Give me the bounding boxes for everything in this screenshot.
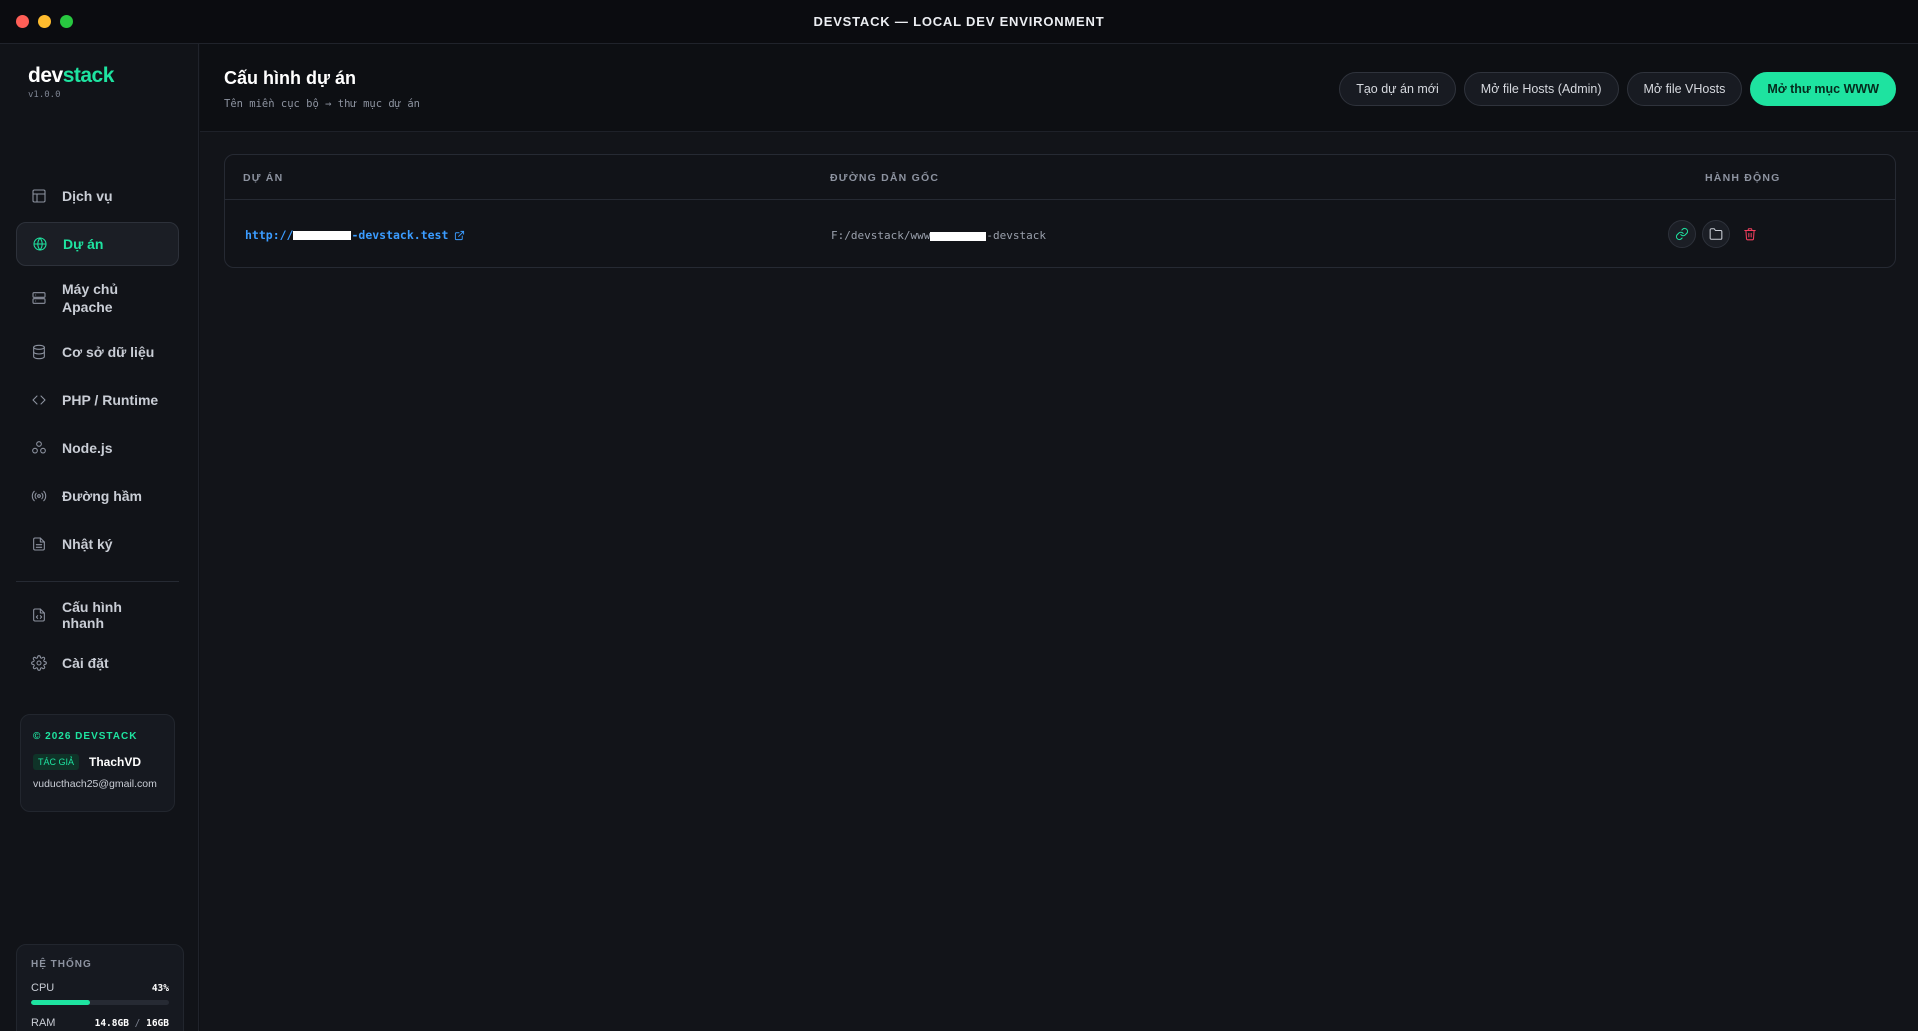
author-name: ThachVD xyxy=(89,755,142,769)
title-bar: DEVSTACK — LOCAL DEV ENVIRONMENT xyxy=(0,0,1918,44)
sidebar-item-logs[interactable]: Nhật ký xyxy=(16,522,179,566)
page-subtitle: Tên miền cục bộ → thư mục dự án xyxy=(224,98,420,110)
page-title: Cấu hình dự án xyxy=(224,68,357,88)
column-project: DỰ ÁN xyxy=(243,172,284,184)
sidebar-item-quick-config[interactable]: Cấu hình nhanh xyxy=(16,593,179,637)
sidebar-item-label: Cài đặt xyxy=(62,655,109,671)
author-email: vuducthach25@gmail.com xyxy=(33,778,157,790)
table-row: http:// -devstack.test F:/devstack/www -de… xyxy=(225,200,1895,268)
author-row: TÁC GIẢ ThachVD xyxy=(33,754,162,770)
open-folder-button[interactable] xyxy=(1702,220,1730,248)
ram-separator: / xyxy=(128,1018,147,1029)
sidebar-secondary-nav: Cấu hình nhanh Cài đặt xyxy=(16,593,179,689)
project-url-prefix: http:// xyxy=(245,228,294,242)
sidebar-item-php[interactable]: PHP / Runtime xyxy=(16,378,179,422)
sidebar-divider xyxy=(16,581,179,582)
minimize-window-button[interactable] xyxy=(38,15,51,28)
cpu-usage-fill xyxy=(31,1000,91,1005)
author-badge: TÁC GIẢ xyxy=(33,754,80,770)
nodes-icon xyxy=(30,439,48,457)
copyright-text: © 2026 DEVSTACK xyxy=(33,731,138,742)
link-icon xyxy=(1675,227,1689,241)
window-controls xyxy=(16,15,73,28)
code-icon xyxy=(30,391,48,409)
ram-value: 14.8GB / 16GB xyxy=(95,1018,169,1029)
sidebar-nav: Dịch vụ Dự án Máy chủ Apache Cơ sở dữ li… xyxy=(16,174,179,570)
redacted-text xyxy=(930,231,987,241)
open-link-button[interactable] xyxy=(1668,220,1696,248)
sidebar-item-nodejs[interactable]: Node.js xyxy=(16,426,179,470)
page-header: Cấu hình dự án Tên miền cục bộ → thư mục… xyxy=(200,44,1918,132)
table-header: DỰ ÁN ĐƯỜNG DẪN GỐC HÀNH ĐỘNG xyxy=(225,155,1895,200)
brand-name: devstack xyxy=(28,64,114,88)
project-path-suffix: -devstack xyxy=(986,229,1046,242)
close-window-button[interactable] xyxy=(16,15,29,28)
column-root-path: ĐƯỜNG DẪN GỐC xyxy=(830,172,940,184)
sidebar-item-label: Nhật ký xyxy=(62,536,113,552)
cpu-row: CPU 43% xyxy=(31,982,169,994)
server-icon xyxy=(30,289,48,307)
sidebar-item-label: PHP / Runtime xyxy=(62,392,159,408)
open-hosts-button[interactable]: Mở file Hosts (Admin) xyxy=(1463,72,1619,106)
open-vhosts-button[interactable]: Mở file VHosts xyxy=(1626,72,1743,106)
window-title: DEVSTACK — LOCAL DEV ENVIRONMENT xyxy=(813,14,1105,29)
cpu-usage-bar xyxy=(31,1000,169,1005)
projects-table: DỰ ÁN ĐƯỜNG DẪN GỐC HÀNH ĐỘNG http:// -de… xyxy=(224,154,1896,268)
system-monitor: HỆ THỐNG CPU 43% RAM 14.8GB / 16GB xyxy=(16,944,184,1031)
external-link-icon xyxy=(455,230,465,240)
sidebar-item-label: Dịch vụ xyxy=(62,188,113,204)
config-file-icon xyxy=(30,606,48,624)
trash-icon xyxy=(1744,228,1756,241)
sidebar-item-apache[interactable]: Máy chủ Apache xyxy=(16,270,179,326)
row-actions xyxy=(1668,220,1764,248)
sidebar-item-settings[interactable]: Cài đặt xyxy=(16,641,179,685)
gear-icon xyxy=(30,654,48,672)
sidebar: devstack v1.0.0 Dịch vụ Dự án Máy chủ Ap… xyxy=(0,44,199,1031)
redacted-text xyxy=(293,230,352,240)
ram-total: 16GB xyxy=(146,1018,169,1029)
header-actions: Tạo dự án mới Mở file Hosts (Admin) Mở f… xyxy=(1339,72,1896,106)
new-project-button[interactable]: Tạo dự án mới xyxy=(1339,72,1456,106)
author-card: © 2026 DEVSTACK TÁC GIẢ ThachVD vuductha… xyxy=(20,714,175,812)
sidebar-item-label: Đường hầm xyxy=(62,488,142,504)
app-version: v1.0.0 xyxy=(28,90,61,100)
globe-icon xyxy=(31,235,49,253)
sidebar-item-projects[interactable]: Dự án xyxy=(16,222,179,266)
ram-used: 14.8GB xyxy=(94,1018,129,1029)
sidebar-item-label: Cấu hình nhanh xyxy=(62,599,122,631)
ram-row: RAM 14.8GB / 16GB xyxy=(31,1017,169,1029)
column-actions: HÀNH ĐỘNG xyxy=(1705,172,1781,184)
maximize-window-button[interactable] xyxy=(60,15,73,28)
folder-icon xyxy=(1709,228,1723,240)
brand-logo: devstack v1.0.0 xyxy=(28,64,114,100)
project-root-path: F:/devstack/www -devstack xyxy=(831,229,1046,242)
ram-label: RAM xyxy=(31,1017,56,1029)
project-url-link[interactable]: http:// -devstack.test xyxy=(245,228,465,242)
sidebar-item-services[interactable]: Dịch vụ xyxy=(16,174,179,218)
sidebar-item-label: Máy chủ Apache xyxy=(62,281,119,315)
open-www-button[interactable]: Mở thư mục WWW xyxy=(1750,72,1896,106)
delete-project-button[interactable] xyxy=(1736,220,1764,248)
sidebar-item-label: Node.js xyxy=(62,440,113,456)
system-monitor-title: HỆ THỐNG xyxy=(31,959,92,970)
sidebar-item-label: Dự án xyxy=(63,236,104,252)
database-icon xyxy=(30,343,48,361)
log-file-icon xyxy=(30,535,48,553)
brand-name-stack: stack xyxy=(62,64,115,87)
broadcast-icon xyxy=(30,487,48,505)
sidebar-item-label: Cơ sở dữ liệu xyxy=(62,344,155,360)
project-url-suffix: -devstack.test xyxy=(351,228,449,242)
cpu-label: CPU xyxy=(31,982,55,994)
brand-name-dev: dev xyxy=(28,64,63,87)
sidebar-item-tunnels[interactable]: Đường hầm xyxy=(16,474,179,518)
layout-icon xyxy=(30,187,48,205)
sidebar-item-database[interactable]: Cơ sở dữ liệu xyxy=(16,330,179,374)
cpu-value: 43% xyxy=(151,983,169,994)
main-content: Cấu hình dự án Tên miền cục bộ → thư mục… xyxy=(200,44,1918,1031)
project-path-prefix: F:/devstack/www xyxy=(831,229,931,242)
